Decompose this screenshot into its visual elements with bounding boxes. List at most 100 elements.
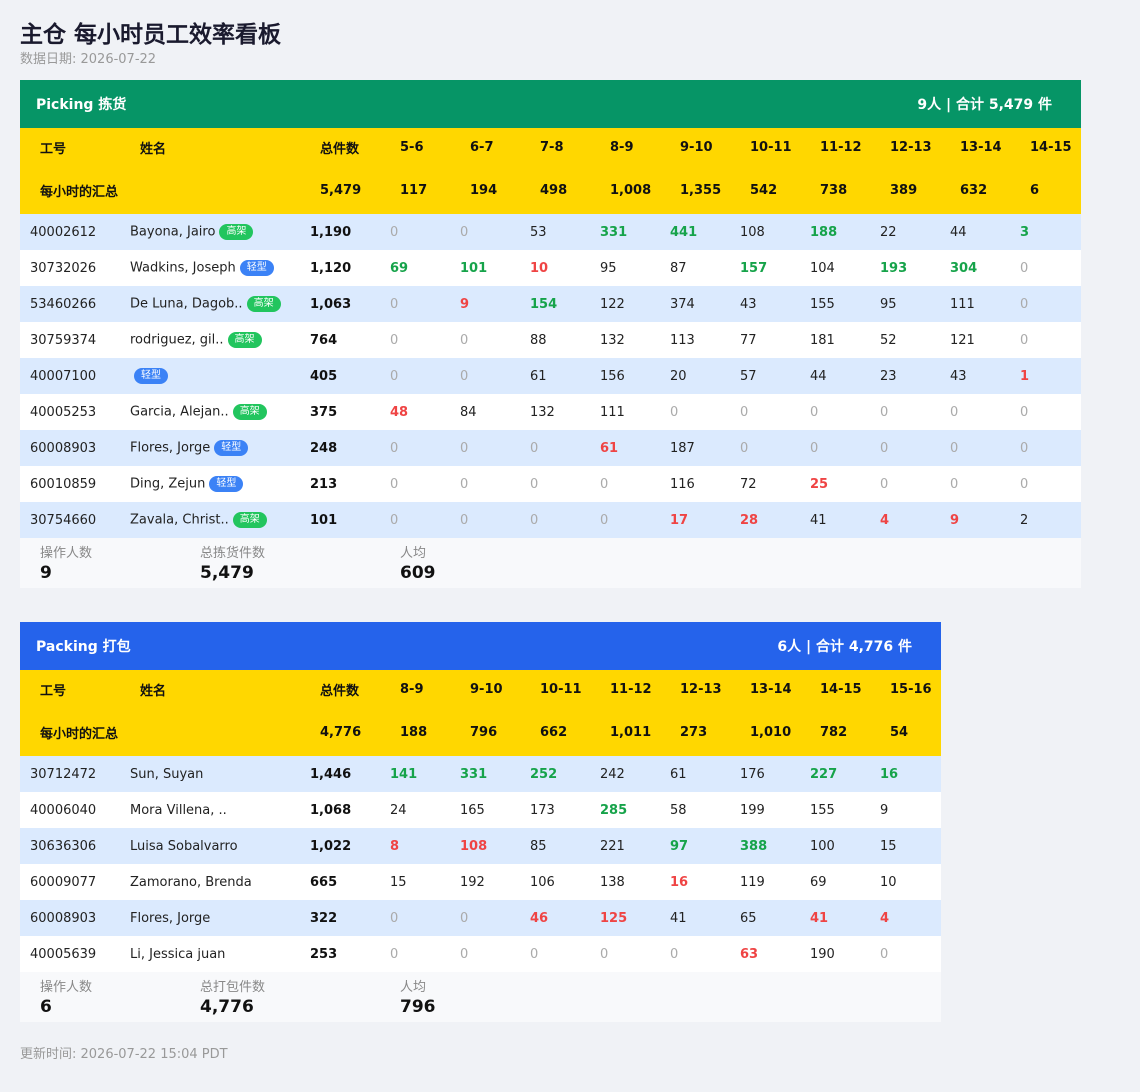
table-row[interactable]: 40005253 Garcia, Alejan.. 高架 375 48 84 132 111 0…: [20, 394, 1081, 430]
table-row[interactable]: 30732026 Wadkins, Joseph 轻型 1,120 69 101 10 95 8…: [20, 250, 1081, 286]
hour-value: 187: [670, 440, 695, 456]
hour-value: 0: [460, 946, 469, 962]
hour-value: 61: [600, 440, 619, 456]
column-header: 工号: [40, 141, 67, 157]
table-row[interactable]: 53460266 De Luna, Dagob.. 高架 1,063 0 9 154 122 3…: [20, 286, 1081, 322]
hourly-total: 1,011: [610, 724, 652, 740]
employee-name: Mora Villena, ..: [130, 802, 227, 818]
table-row[interactable]: 40006040 Mora Villena, .. 1,068 24 165 173 285…: [20, 792, 941, 828]
table-row[interactable]: 40005639 Li, Jessica juan 253 0 0 0 0 0 63 190 0: [20, 936, 941, 972]
employee-name-cell: rodriguez, gil.. 高架: [120, 332, 300, 348]
column-header: 13-14: [960, 139, 1002, 155]
column-header: 8-9: [610, 139, 634, 155]
table-row[interactable]: 40002612 Bayona, Jairo 高架 1,190 0 0 53 331 441 10…: [20, 214, 1081, 250]
hour-value: 88: [530, 332, 547, 348]
employee-id: 60008903: [30, 910, 97, 926]
column-header: 12-13: [680, 681, 722, 697]
column-header: 7-8: [540, 139, 564, 155]
table-row[interactable]: 30712472 Sun, Suyan 1,446 141 331 252 242 61 176…: [20, 756, 941, 792]
hour-value: 23: [880, 368, 897, 384]
employee-total: 1,446: [310, 766, 352, 782]
hour-value: 155: [810, 802, 835, 818]
packing-column-headers: 工号 姓名 总件数 8-9 9-10 10-11 11-12 12-13 13-14 14-15 1…: [20, 670, 941, 708]
table-row[interactable]: 40007100 轻型 405 0 0 61 156 20 57 44 23 43 1: [20, 358, 1081, 394]
hour-value: 374: [670, 296, 695, 312]
stat-value: 796: [400, 997, 436, 1017]
packing-section-title: Packing 打包: [36, 639, 131, 655]
equipment-badge: 高架: [219, 224, 254, 240]
hour-value: 0: [810, 440, 819, 456]
table-row[interactable]: 30636306 Luisa Sobalvarro 1,022 8 108 85 221 97…: [20, 828, 941, 864]
employee-id: 30759374: [30, 332, 97, 348]
summary-stat: 操作人数 6: [40, 980, 92, 1018]
hour-value: 44: [950, 224, 967, 240]
hour-value: 9: [460, 296, 470, 312]
employee-name-cell: Sun, Suyan: [120, 767, 300, 782]
hour-value: 199: [740, 802, 765, 818]
equipment-badge: 轻型: [239, 260, 274, 276]
employee-name: Zamorano, Brenda: [130, 874, 252, 890]
employee-id: 40005253: [30, 404, 97, 420]
employee-name-cell: Luisa Sobalvarro: [120, 839, 300, 854]
picking-section: Picking 拣货 9人 | 合计 5,479 件工号 姓名 总件数 5-6 6-7 7-…: [20, 80, 1081, 588]
hour-value: 132: [600, 332, 625, 348]
column-header: 8-9: [400, 681, 424, 697]
summary-stat: 人均 609: [400, 546, 436, 584]
column-header: 5-6: [400, 139, 424, 155]
hour-value: 138: [600, 874, 625, 890]
hour-value: 113: [670, 332, 695, 348]
hour-value: 58: [670, 802, 687, 818]
hour-value: 0: [1020, 440, 1029, 456]
summary-stat: 人均 796: [400, 980, 436, 1018]
employee-name-cell: De Luna, Dagob.. 高架: [120, 296, 300, 312]
table-row[interactable]: 60010859 Ding, Zejun 轻型 213 0 0 0 0 116 72 25 0 0 0: [20, 466, 1081, 502]
hour-value: 9: [880, 802, 889, 818]
hour-value: 121: [950, 332, 975, 348]
hour-value: 119: [740, 874, 765, 890]
hour-value: 331: [600, 224, 628, 240]
employee-name: Ding, Zejun: [130, 476, 206, 492]
hour-value: 63: [740, 946, 759, 962]
hour-value: 116: [670, 476, 695, 492]
packing-table-body: 30712472 Sun, Suyan 1,446 141 331 252 242 61 176…: [20, 756, 941, 972]
column-header: 总件数: [320, 141, 360, 157]
table-row[interactable]: 30759374 rodriguez, gil.. 高架 764 0 0 88 132 113 7…: [20, 322, 1081, 358]
hour-value: 44: [810, 368, 827, 384]
hour-value: 0: [740, 404, 749, 420]
column-header: 13-14: [750, 681, 792, 697]
table-row[interactable]: 60008903 Flores, Jorge 轻型 248 0 0 0 61 187 0 0 0 0 0: [20, 430, 1081, 466]
employee-id: 40007100: [30, 368, 97, 384]
table-row[interactable]: 30754660 Zavala, Christ.. 高架 101 0 0 0 0 17 28 41 4…: [20, 502, 1081, 538]
hour-value: 106: [530, 874, 555, 890]
employee-name-cell: Zavala, Christ.. 高架: [120, 512, 300, 528]
table-row[interactable]: 60008903 Flores, Jorge 322 0 0 46 125 41 65 41 4: [20, 900, 941, 936]
hour-value: 0: [670, 404, 679, 420]
hour-value: 176: [740, 766, 765, 782]
hour-value: 0: [390, 224, 399, 240]
table-row[interactable]: 60009077 Zamorano, Brenda 665 15 192 106 138 16…: [20, 864, 941, 900]
hourly-total: 194: [470, 182, 498, 198]
employee-name-cell: Bayona, Jairo 高架: [120, 224, 300, 240]
employee-name: Bayona, Jairo: [130, 224, 216, 240]
hour-value: 190: [810, 946, 835, 962]
hourly-total: 782: [820, 724, 848, 740]
packing-section: Packing 打包 6人 | 合计 4,776 件工号 姓名 总件数 8-9 9-10 1…: [20, 622, 941, 1022]
hour-value: 132: [530, 404, 555, 420]
employee-id: 30712472: [30, 766, 97, 782]
employee-total: 253: [310, 946, 338, 962]
hour-value: 0: [390, 910, 399, 926]
hour-value: 0: [600, 512, 609, 528]
stat-value: 9: [40, 563, 52, 583]
hour-value: 4: [880, 910, 890, 926]
hour-value: 304: [950, 260, 978, 276]
hour-value: 221: [600, 838, 625, 854]
stat-label: 操作人数: [40, 980, 93, 995]
column-header: 工号: [40, 683, 67, 699]
hour-value: 72: [740, 476, 757, 492]
summary-stat: 总拣货件数 5,479: [200, 546, 265, 584]
hour-value: 57: [740, 368, 757, 384]
equipment-badge: 高架: [232, 512, 267, 528]
hourly-total: 498: [540, 182, 568, 198]
employee-id: 60010859: [30, 476, 97, 492]
column-header: 10-11: [540, 681, 582, 697]
